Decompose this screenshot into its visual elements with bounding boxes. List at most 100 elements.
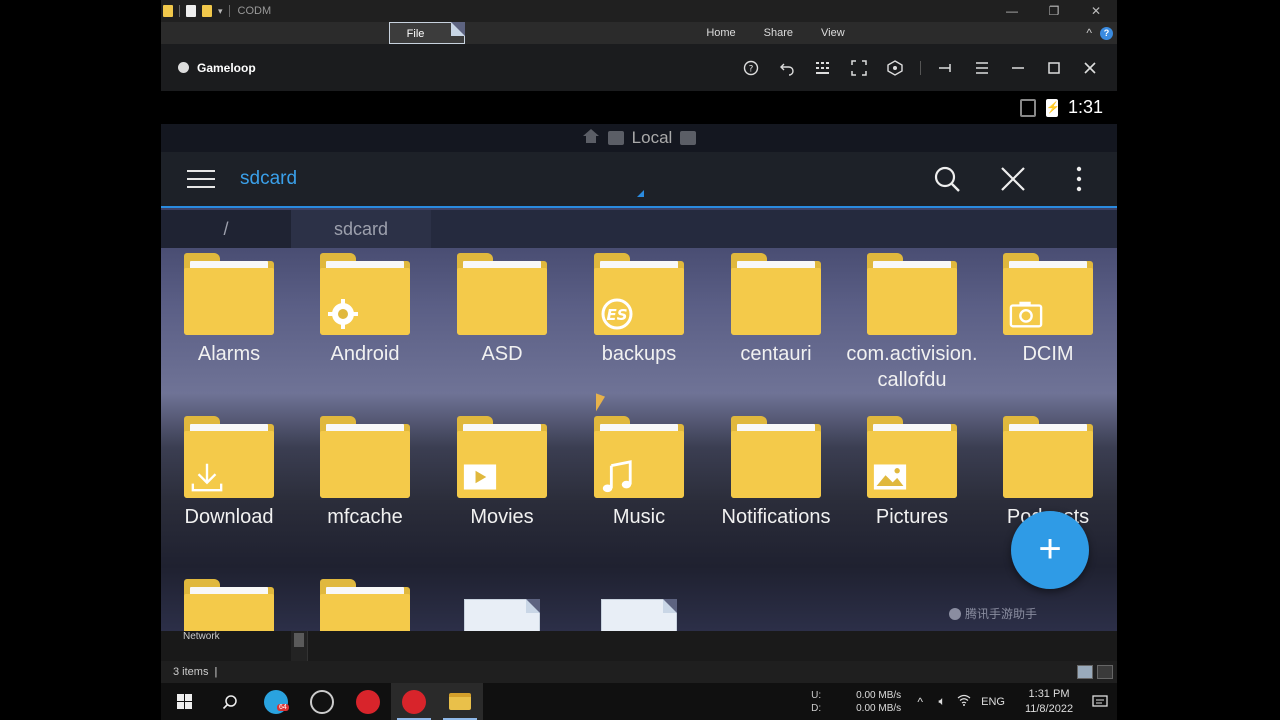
search-icon[interactable] (931, 163, 963, 195)
item-label: Android (330, 343, 400, 365)
properties-icon[interactable] (186, 5, 196, 17)
gameloop-icon (356, 689, 380, 714)
maximize-icon[interactable] (1043, 57, 1065, 79)
folder-icon (1003, 416, 1093, 498)
folder-item-com-activision-callofdu[interactable]: com.activision.callofdu (844, 253, 980, 393)
folder-icon (867, 253, 957, 335)
search-button[interactable] (207, 683, 253, 720)
chevron-up-icon[interactable]: ^ (909, 695, 931, 709)
tab-share[interactable]: Share (750, 22, 807, 44)
ribbon-right: ^ ? (1086, 26, 1117, 40)
keyboard-icon[interactable] (812, 57, 834, 79)
battery-charging-icon: ⚡ (1045, 98, 1060, 117)
folder-item-centauri[interactable]: centauri (708, 253, 844, 367)
breadcrumb-sdcard[interactable]: sdcard (291, 210, 431, 248)
folder-item-dcim[interactable]: DCIM (980, 253, 1116, 367)
gameloop-taskbar-button[interactable] (345, 683, 391, 720)
close-button[interactable]: ✕ (1075, 4, 1117, 18)
help-icon[interactable]: ? (740, 57, 762, 79)
more-options-icon[interactable] (1063, 163, 1095, 195)
folder-item-pictures[interactable]: Pictures (844, 416, 980, 530)
nav-scrollbar[interactable] (291, 631, 307, 661)
ribbon: File Home Share View ^ ? (161, 22, 1117, 44)
text-cursor: | (214, 666, 218, 678)
clock-date: 11/8/2022 (1024, 702, 1074, 715)
tab-file[interactable]: File (388, 22, 465, 44)
network-item[interactable]: Network (183, 631, 220, 642)
gamepad-icon[interactable] (884, 57, 906, 79)
system-tray: U: 0.00 MB/s D: 0.00 MB/s ^ 🔈︎ ENG 1:31 … (811, 683, 1117, 720)
divider (179, 5, 180, 17)
folder-item-android[interactable]: Android (297, 253, 433, 367)
file-item-item-17[interactable] (571, 599, 707, 631)
close-icon[interactable] (1079, 57, 1101, 79)
android-screen: ⚡ 1:31 Local sdcard / sdcard Alarms Andr… (161, 91, 1117, 631)
folder-item-music[interactable]: Music (571, 416, 707, 530)
help-icon[interactable]: ? (1099, 26, 1113, 40)
breadcrumb-root[interactable]: / (161, 210, 291, 248)
notification-center-icon[interactable] (1083, 694, 1117, 709)
volume-icon[interactable]: 🔈︎ (931, 694, 953, 709)
large-icons-view-icon[interactable] (1097, 665, 1113, 679)
file-explorer-taskbar-button[interactable] (437, 683, 483, 720)
file-item-item-16[interactable] (434, 599, 570, 631)
fullscreen-icon[interactable] (848, 57, 870, 79)
taskbar: 64 U: 0.00 MB/s D: 0.00 MB/s ^ 🔈︎ ENG 1:… (161, 683, 1117, 720)
download-label: D: (811, 702, 822, 714)
folder-item-movies[interactable]: Movies (434, 416, 570, 530)
folder-item-download[interactable]: Download (161, 416, 297, 530)
gameloop-active-taskbar-button[interactable] (391, 683, 437, 720)
location-label[interactable]: Local (632, 128, 673, 148)
pin-icon[interactable] (935, 57, 957, 79)
toolbar-actions (931, 163, 1117, 195)
collapse-ribbon-icon[interactable]: ^ (1086, 26, 1092, 40)
folder-item-item-14[interactable] (161, 579, 297, 631)
windows-logo-icon (176, 694, 192, 709)
folder-item-alarms[interactable]: Alarms (161, 253, 297, 367)
folder-icon[interactable] (163, 5, 173, 17)
tab-home[interactable]: Home (692, 22, 749, 44)
file-explorer-icon (449, 693, 471, 710)
folder-item-notifications[interactable]: Notifications (708, 416, 844, 530)
item-label: Notifications (721, 506, 831, 528)
explorer-status-bar: 3 items | (161, 661, 1117, 683)
divider (920, 60, 921, 75)
folder-item-backups[interactable]: ES backups (571, 253, 707, 367)
network-speed: U: 0.00 MB/s D: 0.00 MB/s (811, 689, 901, 715)
chevron-down-icon[interactable]: ▾ (218, 6, 223, 17)
add-button[interactable]: + (1011, 511, 1089, 589)
language-indicator[interactable]: ENG (981, 696, 1005, 708)
upload-speed: 0.00 MB/s (856, 689, 902, 701)
rotate-back-icon[interactable] (776, 57, 798, 79)
folder-icon (320, 253, 410, 335)
wifi-icon[interactable] (953, 694, 975, 709)
folder-item-mfcache[interactable]: mfcache (297, 416, 433, 530)
telegram-taskbar-button[interactable]: 64 (253, 683, 299, 720)
upload-label: U: (811, 689, 822, 701)
minimize-button[interactable]: — (991, 4, 1033, 18)
details-view-icon[interactable] (1077, 665, 1093, 679)
start-button[interactable] (161, 683, 207, 720)
new-folder-icon[interactable] (202, 5, 212, 17)
hamburger-menu-icon[interactable] (187, 170, 215, 188)
watermark-text: 腾讯手游助手 (965, 607, 1038, 621)
performance-taskbar-button[interactable] (299, 683, 345, 720)
clock[interactable]: 1:31 PM 11/8/2022 (1015, 687, 1083, 717)
search-icon (222, 694, 237, 709)
folder-icon (1003, 253, 1093, 335)
gameloop-logo-icon (178, 62, 189, 73)
menu-icon[interactable] (971, 57, 993, 79)
close-icon[interactable] (997, 163, 1029, 195)
tab-view[interactable]: View (807, 22, 859, 44)
home-icon[interactable] (582, 128, 600, 149)
restore-button[interactable]: ❐ (1033, 4, 1075, 18)
folder-item-asd[interactable]: ASD (434, 253, 570, 367)
network-storage-icon[interactable] (680, 131, 697, 145)
folder-item-item-15[interactable] (297, 579, 433, 631)
mouse-cursor-icon (596, 393, 605, 415)
minimize-icon[interactable] (1007, 57, 1029, 79)
gear-icon (326, 297, 360, 331)
folder-icon (731, 253, 821, 335)
es-icon: ES (600, 297, 634, 331)
current-folder-title[interactable]: sdcard (240, 168, 297, 190)
